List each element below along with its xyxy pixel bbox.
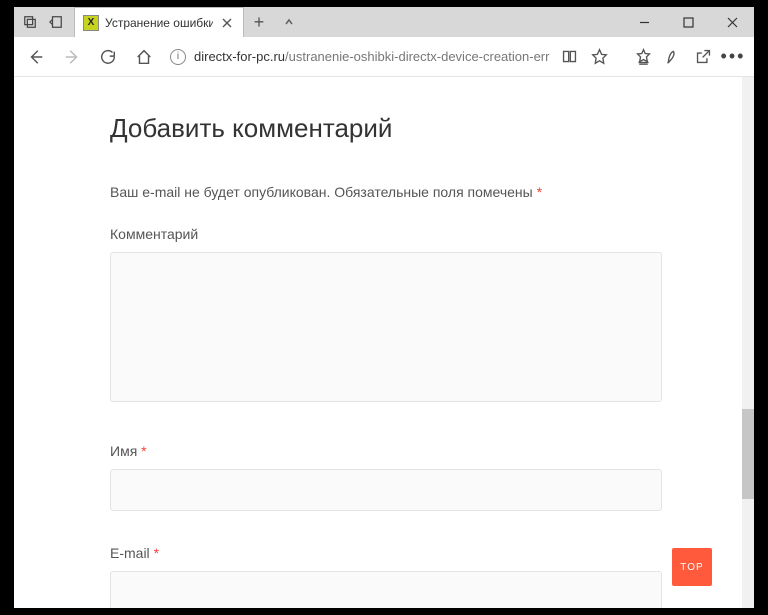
comment-label: Комментарий: [110, 226, 662, 242]
browser-window: X Устранение ошибки Di + i directx-for-p…: [14, 7, 754, 608]
share-icon[interactable]: [688, 41, 718, 73]
email-label-text: E-mail: [110, 545, 154, 561]
page-viewport: Добавить комментарий Ваш e-mail не будет…: [14, 77, 742, 608]
address-bar: i directx-for-pc.ru/ustranenie-oshibki-d…: [14, 37, 754, 77]
tabs-overview-icon[interactable]: [18, 7, 42, 37]
address-bar-actions: •••: [554, 41, 748, 73]
name-label: Имя *: [110, 443, 662, 459]
maximize-button[interactable]: [666, 7, 710, 37]
more-menu-button[interactable]: •••: [718, 41, 748, 73]
url-path: /ustranenie-oshibki-directx-device-creat…: [285, 49, 550, 64]
url-field[interactable]: i directx-for-pc.ru/ustranenie-oshibki-d…: [164, 43, 550, 71]
form-note: Ваш e-mail не будет опубликован. Обязате…: [110, 184, 662, 200]
required-mark: *: [154, 545, 159, 561]
new-tab-button[interactable]: +: [244, 7, 274, 37]
required-mark: *: [141, 443, 146, 459]
back-button[interactable]: [20, 41, 52, 73]
tab-close-button[interactable]: [219, 15, 235, 31]
email-label: E-mail *: [110, 545, 662, 561]
site-info-icon[interactable]: i: [170, 49, 186, 65]
set-aside-tabs-icon[interactable]: [44, 7, 68, 37]
scrollbar-thumb[interactable]: [742, 409, 754, 499]
name-input[interactable]: [110, 469, 662, 511]
forward-button[interactable]: [56, 41, 88, 73]
tab-title: Устранение ошибки Di: [105, 16, 213, 30]
comment-form: Добавить комментарий Ваш e-mail не будет…: [14, 77, 742, 608]
reading-view-icon[interactable]: [554, 41, 584, 73]
titlebar-left: [14, 7, 68, 37]
name-label-text: Имя: [110, 443, 141, 459]
scroll-to-top-button[interactable]: TOP: [672, 548, 712, 586]
page-title: Добавить комментарий: [110, 113, 662, 144]
close-window-button[interactable]: [710, 7, 754, 37]
required-mark: *: [537, 184, 542, 200]
minimize-button[interactable]: [622, 7, 666, 37]
favorite-star-icon[interactable]: [584, 41, 614, 73]
favicon-icon: X: [83, 15, 99, 31]
comment-textarea[interactable]: [110, 252, 662, 402]
window-controls: [622, 7, 754, 37]
scrollbar-track[interactable]: [742, 77, 754, 608]
notes-icon[interactable]: [658, 41, 688, 73]
refresh-button[interactable]: [92, 41, 124, 73]
browser-tab[interactable]: X Устранение ошибки Di: [74, 7, 244, 37]
form-note-text: Ваш e-mail не будет опубликован. Обязате…: [110, 184, 537, 200]
tab-actions-chevron-icon[interactable]: [274, 7, 304, 37]
favorites-list-icon[interactable]: [628, 41, 658, 73]
home-button[interactable]: [128, 41, 160, 73]
url-host: directx-for-pc.ru: [194, 49, 285, 64]
email-input[interactable]: [110, 571, 662, 608]
titlebar: X Устранение ошибки Di +: [14, 7, 754, 37]
